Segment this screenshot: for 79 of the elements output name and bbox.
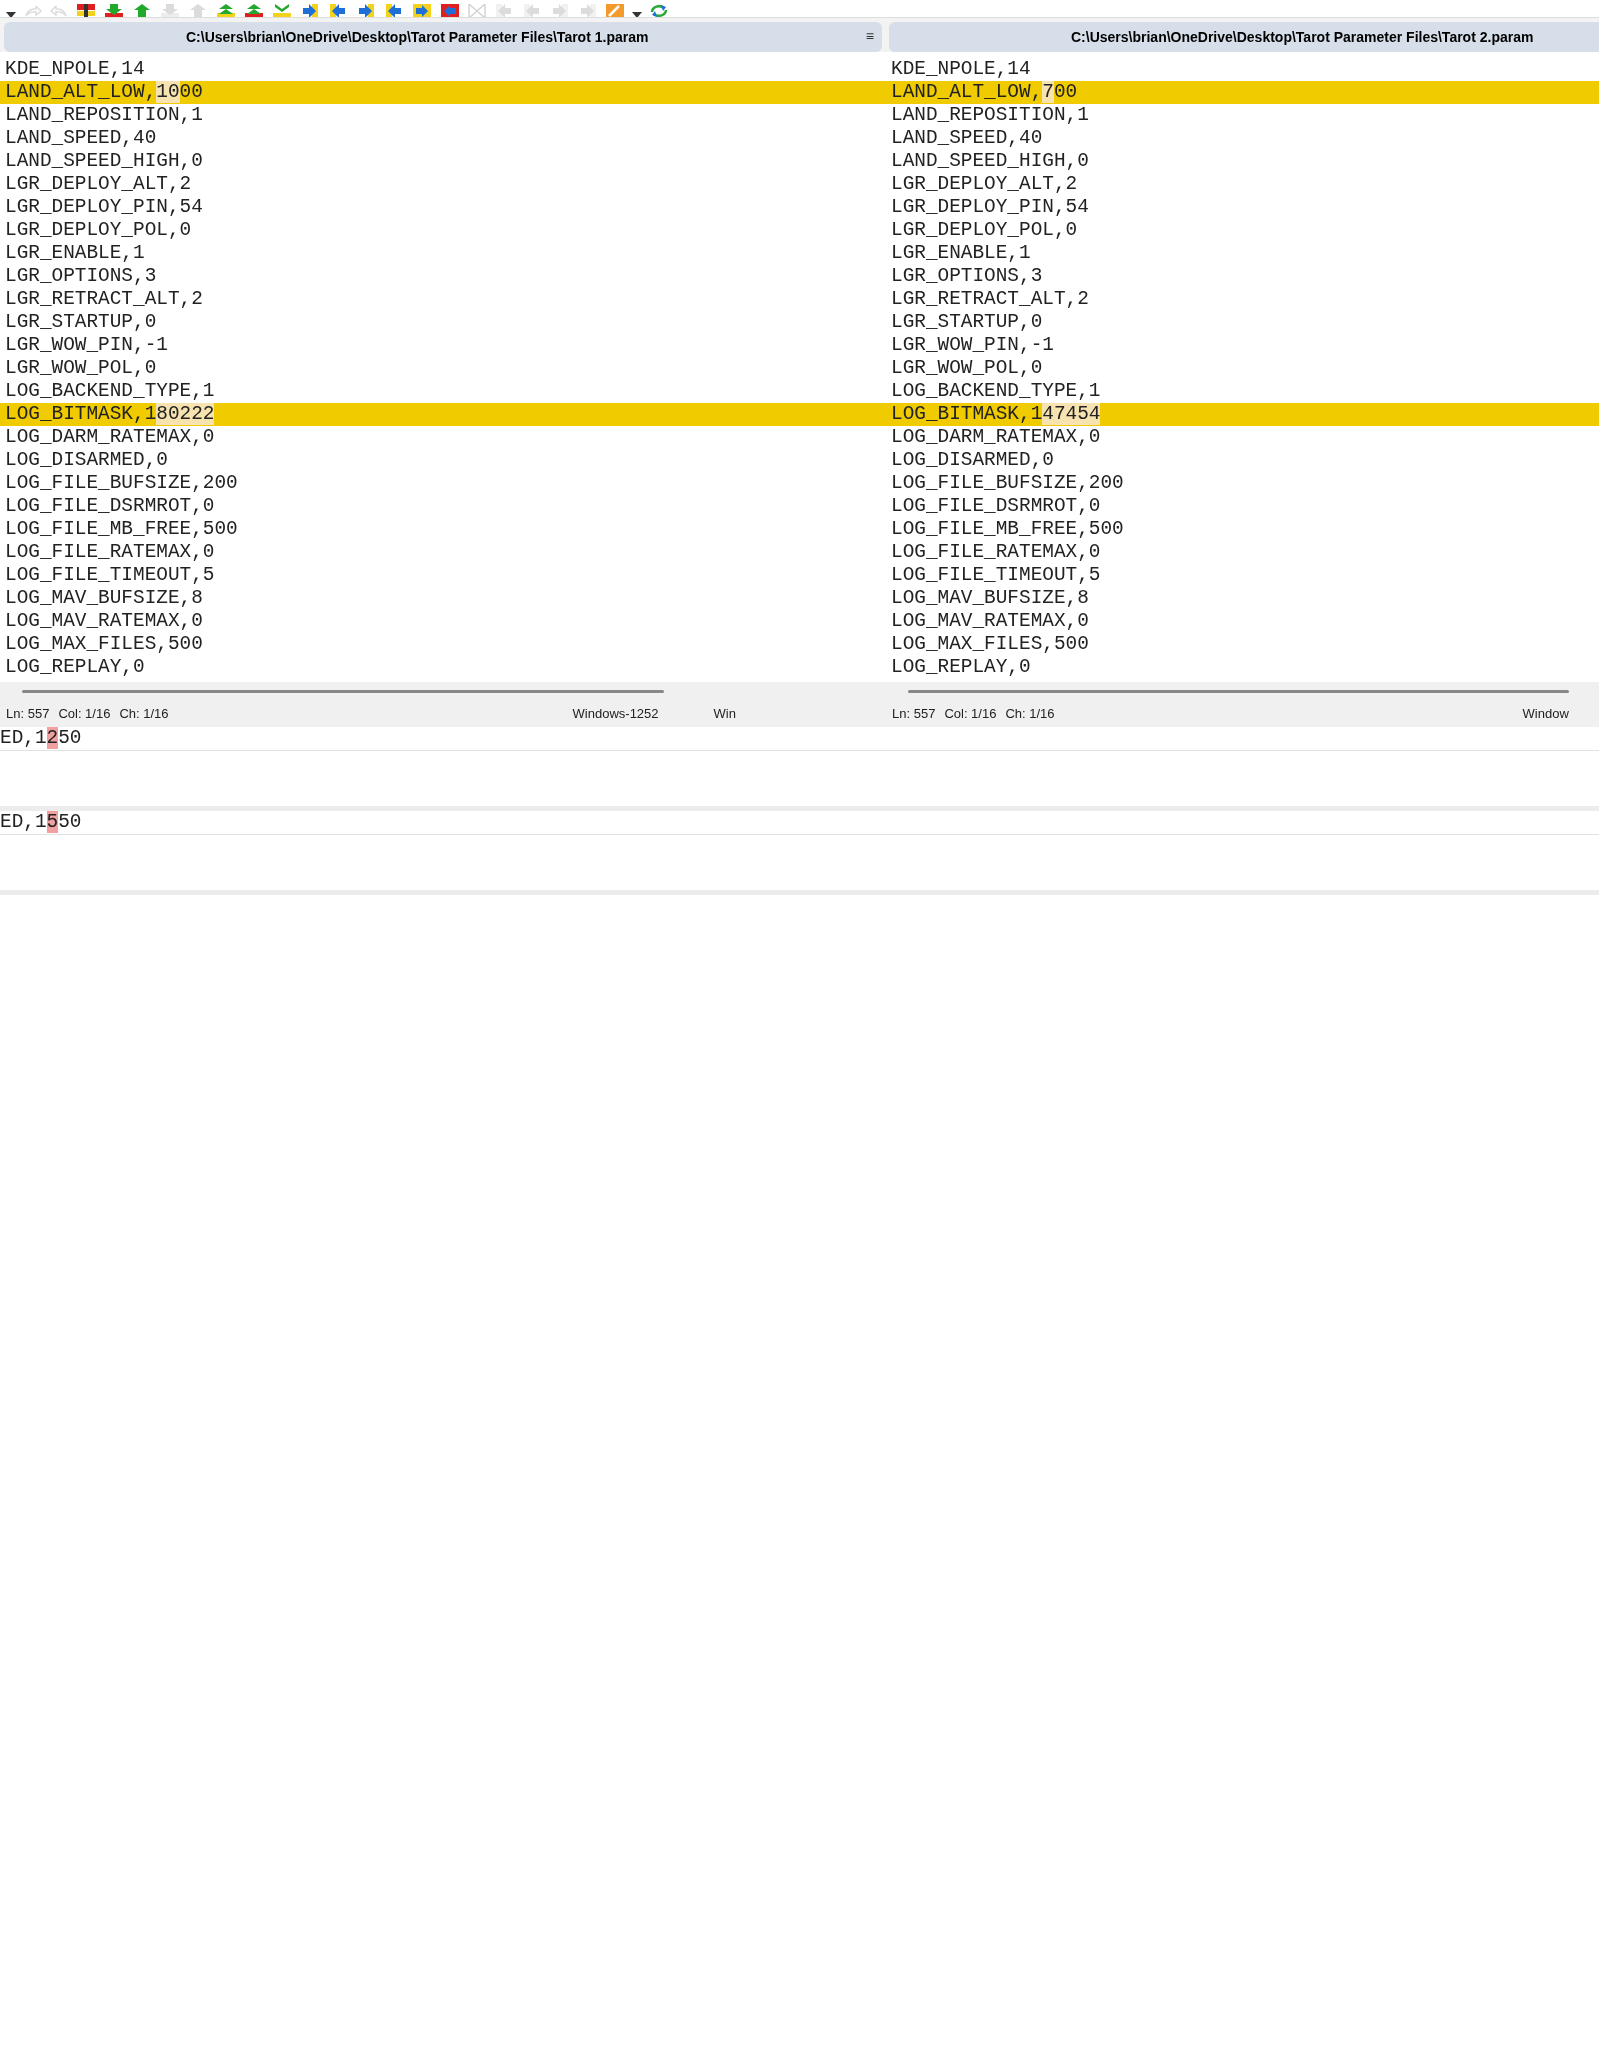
up-arrow-icon[interactable] bbox=[132, 4, 152, 17]
code-line: LOG_DARM_RATEMAX,0 bbox=[890, 426, 1102, 449]
code-line: KDE_NPOLE,14 bbox=[890, 58, 1032, 81]
right-arrow-icon[interactable] bbox=[300, 4, 320, 17]
code-line: KDE_NPOLE,14 bbox=[4, 58, 146, 81]
status-text: Col: 1/16 bbox=[944, 704, 997, 723]
text-editor[interactable] bbox=[886, 52, 1599, 682]
refresh-icon[interactable] bbox=[650, 4, 668, 17]
code-line: LOG_FILE_BUFSIZE,200 bbox=[890, 472, 1125, 495]
code-line: LOG_FILE_DSRMROT,0 bbox=[4, 495, 216, 518]
code-line: LOG_DISARMED,0 bbox=[890, 449, 1055, 472]
code-line: LOG_MAX_FILES,500 bbox=[4, 633, 204, 656]
code-line: LGR_ENABLE,1 bbox=[890, 242, 1032, 265]
code-line: LOG_MAV_BUFSIZE,8 bbox=[4, 587, 204, 610]
scrollbar-thumb[interactable] bbox=[908, 689, 1569, 693]
box-arrow-icon[interactable] bbox=[440, 4, 460, 17]
code-line: LOG_REPLAY,0 bbox=[890, 656, 1032, 679]
code-line: LOG_FILE_TIMEOUT,5 bbox=[890, 564, 1102, 587]
status-text: Ln: 557 bbox=[6, 704, 50, 723]
status-text: Window bbox=[1522, 704, 1569, 723]
code-line: LOG_MAV_BUFSIZE,8 bbox=[890, 587, 1090, 610]
diff-marker-icon[interactable] bbox=[76, 4, 96, 17]
status-text: Windows-1252 bbox=[572, 704, 659, 723]
code-line: LGR_OPTIONS,3 bbox=[890, 265, 1044, 288]
scrollbar-thumb[interactable] bbox=[22, 689, 664, 693]
code-line: LGR_WOW_PIN,-1 bbox=[890, 334, 1055, 357]
code-line: LAND_SPEED,40 bbox=[4, 127, 158, 150]
status-text: Ch: 1/16 bbox=[119, 704, 169, 723]
status-text: Ln: 557 bbox=[892, 704, 936, 723]
code-line: LGR_DEPLOY_ALT,2 bbox=[4, 173, 193, 196]
code-line: LGR_DEPLOY_ALT,2 bbox=[890, 173, 1079, 196]
code-line: LOG_REPLAY,0 bbox=[4, 656, 146, 679]
code-line: LGR_DEPLOY_POL,0 bbox=[890, 219, 1079, 242]
code-line: LOG_MAV_RATEMAX,0 bbox=[890, 610, 1090, 633]
code-line: LOG_FILE_TIMEOUT,5 bbox=[4, 564, 216, 587]
code-line: LGR_ENABLE,1 bbox=[4, 242, 146, 265]
code-line: LOG_DISARMED,0 bbox=[4, 449, 169, 472]
code-line: LGR_WOW_POL,0 bbox=[4, 357, 158, 380]
code-line: LGR_STARTUP,0 bbox=[890, 311, 1044, 334]
detail-line: ED,1550 bbox=[0, 811, 1599, 835]
detail-line: ED,1250 bbox=[0, 727, 1599, 751]
code-line: LAND_REPOSITION,1 bbox=[890, 104, 1090, 127]
code-line: LOG_MAV_RATEMAX,0 bbox=[4, 610, 204, 633]
code-line: LGR_WOW_POL,0 bbox=[890, 357, 1044, 380]
code-line: LGR_OPTIONS,3 bbox=[4, 265, 158, 288]
code-line: LAND_SPEED_HIGH,0 bbox=[890, 150, 1090, 173]
code-line: LOG_FILE_BUFSIZE,200 bbox=[4, 472, 239, 495]
text-editor[interactable] bbox=[0, 52, 886, 682]
code-line: LGR_RETRACT_ALT,2 bbox=[890, 288, 1090, 311]
code-line: LOG_BACKEND_TYPE,1 bbox=[4, 380, 216, 403]
file-path: C:\Users\brian\OneDrive\Desktop\Tarot Parameter Files\Tarot 1.param bbox=[186, 27, 649, 47]
file-path: C:\Users\brian\OneDrive\Desktop\Tarot Parameter Files\Tarot 2.param bbox=[1071, 27, 1534, 47]
down-arrow-icon[interactable] bbox=[104, 4, 124, 17]
status-text: Ch: 1/16 bbox=[1005, 704, 1055, 723]
status-text: Win bbox=[713, 704, 736, 723]
code-line: LOG_FILE_RATEMAX,0 bbox=[890, 541, 1102, 564]
code-line: LGR_DEPLOY_PIN,54 bbox=[4, 196, 204, 219]
code-line: LGR_STARTUP,0 bbox=[4, 311, 158, 334]
code-line: LAND_REPOSITION,1 bbox=[4, 104, 204, 127]
status-text: Col: 1/16 bbox=[58, 704, 111, 723]
box-arrow-icon[interactable] bbox=[412, 4, 432, 17]
code-line: LOG_FILE_MB_FREE,500 bbox=[890, 518, 1125, 541]
code-line: LOG_DARM_RATEMAX,0 bbox=[4, 426, 216, 449]
code-line: LGR_RETRACT_ALT,2 bbox=[4, 288, 204, 311]
tool-icon[interactable] bbox=[606, 4, 624, 17]
left-arrow-icon[interactable] bbox=[384, 4, 404, 17]
left-arrow-icon[interactable] bbox=[328, 4, 348, 17]
code-line: LAND_SPEED_HIGH,0 bbox=[4, 150, 204, 173]
right-arrow-icon[interactable] bbox=[356, 4, 376, 17]
code-line: LOG_FILE_MB_FREE,500 bbox=[4, 518, 239, 541]
code-line: LGR_DEPLOY_PIN,54 bbox=[890, 196, 1090, 219]
pane-menu-button[interactable]: ≡ bbox=[863, 27, 876, 45]
code-line: LOG_FILE_DSRMROT,0 bbox=[890, 495, 1102, 518]
code-line: LOG_MAX_FILES,500 bbox=[890, 633, 1090, 656]
code-line: LOG_FILE_RATEMAX,0 bbox=[4, 541, 216, 564]
code-line: LGR_DEPLOY_POL,0 bbox=[4, 219, 193, 242]
code-line: LOG_BACKEND_TYPE,1 bbox=[890, 380, 1102, 403]
code-line: LGR_WOW_PIN,-1 bbox=[4, 334, 169, 357]
code-line: LAND_SPEED,40 bbox=[890, 127, 1044, 150]
